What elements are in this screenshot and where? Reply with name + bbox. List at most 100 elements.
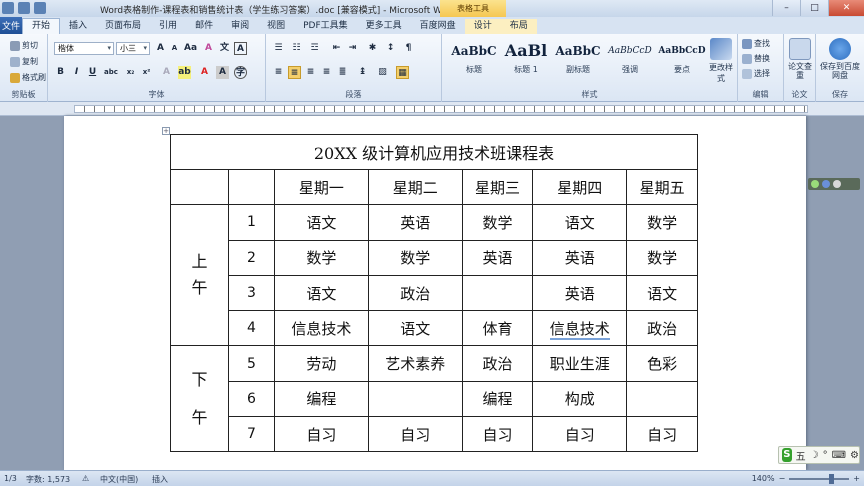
numbering-icon[interactable]: ☷	[290, 42, 303, 55]
replace-button[interactable]: 替换	[742, 53, 770, 64]
corner-cell[interactable]	[170, 168, 229, 206]
class-cell[interactable]: 数学	[367, 239, 463, 276]
moon-icon[interactable]: ☽	[810, 450, 819, 461]
font-color-icon[interactable]: A	[198, 66, 211, 79]
chinese-layout-icon[interactable]: ✱	[366, 42, 379, 55]
sort-icon[interactable]: ↕	[384, 42, 397, 55]
distributed-icon[interactable]: ≣	[336, 66, 349, 79]
class-cell[interactable]: 英语	[532, 239, 628, 276]
zoom-slider[interactable]	[789, 473, 850, 484]
day-header[interactable]: 星期一	[274, 168, 369, 206]
tab-table-design[interactable]: 设计	[464, 19, 501, 34]
zoom-slider-thumb[interactable]	[829, 473, 835, 484]
bullets-icon[interactable]: ☰	[272, 42, 285, 55]
class-cell[interactable]: 数学	[274, 239, 369, 276]
period-number[interactable]: 3	[228, 274, 275, 312]
floating-toolbar[interactable]	[808, 178, 860, 190]
multilevel-list-icon[interactable]: ☲	[308, 42, 321, 55]
subscript-button[interactable]: x₂	[124, 66, 137, 79]
class-cell[interactable]: 语文	[626, 274, 698, 312]
redo-icon[interactable]	[34, 2, 46, 14]
punctuation-icon[interactable]: °	[823, 450, 828, 461]
class-cell[interactable]: 色彩	[626, 345, 698, 382]
save-icon[interactable]	[2, 2, 14, 14]
tab-mailings[interactable]: 邮件	[186, 19, 222, 34]
char-border-icon[interactable]: A	[234, 42, 247, 55]
change-styles-button[interactable]: 更改样式	[706, 38, 736, 84]
class-cell[interactable]: 自习	[626, 416, 698, 453]
italic-button[interactable]: I	[70, 66, 83, 79]
strikethrough-button[interactable]: abc	[104, 66, 118, 79]
close-button[interactable]: ✕	[828, 0, 864, 16]
highlight-color-icon[interactable]: ab	[178, 66, 191, 79]
insert-mode-indicator[interactable]: 插入	[152, 474, 168, 485]
word-count[interactable]: 字数: 1,573	[26, 474, 70, 485]
class-cell[interactable]: 政治	[367, 274, 463, 312]
day-header[interactable]: 星期三	[461, 168, 534, 206]
class-cell[interactable]: 数学	[626, 204, 698, 241]
maximize-button[interactable]: □	[800, 0, 828, 16]
period-number[interactable]: 2	[228, 239, 275, 276]
period-number[interactable]: 4	[228, 310, 275, 347]
class-cell[interactable]: 信息技术	[532, 310, 628, 347]
day-header[interactable]: 星期四	[532, 168, 628, 206]
zoom-in-button[interactable]: +	[853, 474, 860, 483]
class-cell[interactable]: 政治	[626, 310, 698, 347]
tab-home[interactable]: 开始	[22, 18, 61, 34]
class-cell[interactable]: 信息技术	[274, 310, 369, 347]
style-emphasis[interactable]: AaBbCcD 强调	[604, 38, 656, 82]
tab-page-layout[interactable]: 页面布局	[96, 19, 150, 34]
tab-references[interactable]: 引用	[150, 19, 186, 34]
settings-icon[interactable]: ⚙	[850, 450, 859, 461]
class-cell[interactable]: 自习	[274, 416, 369, 453]
underline-button[interactable]: U	[86, 66, 99, 79]
class-cell[interactable]: 自习	[532, 416, 628, 453]
period-number[interactable]: 7	[228, 416, 275, 453]
show-marks-icon[interactable]: ¶	[402, 42, 415, 55]
style-strong[interactable]: AaBbCcD 要点	[656, 38, 708, 82]
font-size-combo[interactable]: 小三	[116, 42, 150, 55]
tab-pdf-tools[interactable]: PDF工具集	[294, 19, 357, 34]
clear-format-icon[interactable]: A	[202, 42, 215, 55]
class-cell[interactable]: 编程	[274, 380, 369, 418]
bold-button[interactable]: B	[54, 66, 67, 79]
schedule-table[interactable]: 20XX 级计算机应用技术班课程表 星期一 星期二 星期三 星期四 星期五 上 …	[170, 134, 698, 453]
cut-button[interactable]: 剪切	[10, 40, 38, 51]
corner-cell[interactable]	[228, 168, 275, 206]
zoom-out-button[interactable]: −	[779, 474, 786, 483]
tab-insert[interactable]: 插入	[60, 19, 96, 34]
select-button[interactable]: 选择	[742, 68, 770, 79]
class-cell[interactable]: 数学	[461, 204, 534, 241]
morning-label-cell[interactable]: 上 午	[170, 204, 229, 347]
class-cell[interactable]	[367, 380, 463, 418]
class-cell[interactable]: 劳动	[274, 345, 369, 382]
class-cell[interactable]	[626, 380, 698, 418]
change-case-icon[interactable]: Aa	[184, 42, 197, 55]
tab-review[interactable]: 审阅	[222, 19, 258, 34]
day-header[interactable]: 星期二	[367, 168, 463, 206]
decrease-indent-icon[interactable]: ⇤	[330, 42, 343, 55]
superscript-button[interactable]: x²	[140, 66, 153, 79]
class-cell[interactable]: 自习	[461, 416, 534, 453]
increase-indent-icon[interactable]: ⇥	[346, 42, 359, 55]
shrink-font-icon[interactable]: A	[168, 42, 181, 55]
class-cell[interactable]: 体育	[461, 310, 534, 347]
horizontal-ruler[interactable]	[0, 102, 864, 116]
language-indicator[interactable]: 中文(中国)	[100, 474, 138, 485]
class-cell[interactable]: 构成	[532, 380, 628, 418]
class-cell[interactable]: 语文	[274, 274, 369, 312]
period-number[interactable]: 5	[228, 345, 275, 382]
day-header[interactable]: 星期五	[626, 168, 698, 206]
find-button[interactable]: 查找	[742, 38, 770, 49]
proofing-icon[interactable]: ⚠	[82, 474, 89, 483]
font-name-combo[interactable]: 楷体	[54, 42, 114, 55]
enclose-char-icon[interactable]: 字	[234, 66, 247, 79]
ime-toolbar[interactable]: S 五 ☽ ° ⌨ ⚙	[778, 446, 860, 464]
table-title-cell[interactable]: 20XX 级计算机应用技术班课程表	[170, 134, 698, 170]
class-cell[interactable]: 英语	[461, 239, 534, 276]
align-center-icon[interactable]: ≡	[288, 66, 301, 79]
undo-icon[interactable]	[18, 2, 30, 14]
style-title[interactable]: AaBbC 标题	[448, 38, 500, 82]
ime-mode[interactable]: 五	[796, 448, 806, 463]
class-cell[interactable]: 英语	[367, 204, 463, 241]
